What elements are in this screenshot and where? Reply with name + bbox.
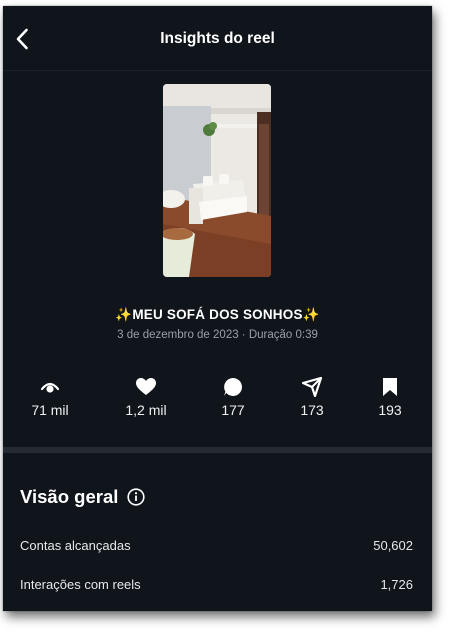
stat-saves[interactable]: 193	[355, 376, 425, 418]
metric-row-accounts-reached[interactable]: Contas alcançadas 50,602	[20, 538, 413, 553]
metric-label: Interações com reels	[20, 577, 141, 592]
living-room-image	[163, 84, 271, 277]
metric-value: 50,602	[373, 538, 413, 553]
eye-icon	[40, 382, 60, 393]
views-value: 71 mil	[31, 402, 69, 418]
overview-title: Visão geral	[20, 486, 119, 507]
comments-value: 177	[221, 402, 245, 418]
metric-label: Contas alcançadas	[20, 538, 131, 553]
insights-screen: Insights do reel ✨MEU SOFÁ DOS SONHOS✨ 3…	[3, 6, 432, 611]
likes-value: 1,2 mil	[125, 402, 167, 418]
stat-likes[interactable]: 1,2 mil	[111, 376, 181, 418]
comment-icon	[224, 378, 242, 396]
shares-value: 173	[300, 402, 324, 418]
info-icon[interactable]	[127, 488, 145, 506]
stat-comments[interactable]: 177	[198, 376, 268, 418]
section-divider	[3, 447, 432, 453]
reel-date-duration: 3 de dezembro de 2023 · Duração 0:39	[117, 329, 318, 341]
bookmark-icon	[383, 378, 397, 396]
reel-title: ✨MEU SOFÁ DOS SONHOS✨	[115, 307, 320, 322]
overview-section-title: Visão geral	[20, 486, 145, 508]
reel-stats: 71 mil 1,2 mil 177 173 193	[3, 376, 432, 426]
metric-row-reel-interactions[interactable]: Interações com reels 1,726	[20, 577, 413, 592]
stat-shares[interactable]: 173	[277, 376, 347, 418]
reel-thumbnail[interactable]	[163, 84, 271, 277]
top-bar: Insights do reel	[3, 6, 432, 71]
share-icon	[302, 377, 322, 397]
metric-value: 1,726	[380, 577, 413, 592]
page-title: Insights do reel	[160, 30, 275, 47]
saves-value: 193	[378, 402, 402, 418]
stat-views[interactable]: 71 mil	[15, 376, 85, 418]
heart-icon	[136, 378, 156, 395]
